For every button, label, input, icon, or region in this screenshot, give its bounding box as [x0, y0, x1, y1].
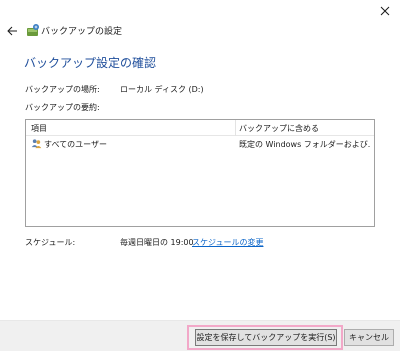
backup-icon — [27, 24, 39, 36]
footer-bar: 設定を保存してバックアップを実行(S) キャンセル — [0, 320, 400, 351]
title-bar: バックアップの設定 — [0, 20, 400, 42]
column-header-item[interactable]: 項目 — [31, 123, 47, 134]
backup-location-label: バックアップの場所: — [25, 85, 100, 94]
column-divider[interactable] — [235, 120, 236, 136]
page-heading: バックアップ設定の確認 — [24, 56, 157, 70]
backup-summary-label: バックアップの要約: — [25, 103, 100, 112]
change-schedule-link[interactable]: スケジュールの変更 — [192, 237, 263, 248]
backup-settings-dialog: バックアップの設定 バックアップ設定の確認 バックアップの場所: ローカル ディ… — [0, 0, 400, 351]
users-icon — [31, 139, 42, 149]
schedule-label: スケジュール: — [25, 238, 76, 247]
list-item-name: すべてのユーザー — [44, 140, 107, 149]
cancel-button[interactable]: キャンセル — [344, 329, 394, 346]
list-header: 項目 バックアップに含める — [26, 120, 374, 136]
close-icon — [380, 6, 390, 16]
window-title: バックアップの設定 — [41, 27, 123, 37]
list-item-included: 既定の Windows フォルダーおよび... — [239, 140, 371, 149]
back-arrow-icon — [7, 26, 17, 36]
close-button[interactable] — [376, 2, 394, 20]
list-item[interactable]: すべてのユーザー 既定の Windows フォルダーおよび... — [26, 137, 374, 151]
column-header-included[interactable]: バックアップに含める — [239, 123, 319, 134]
backup-summary-list[interactable]: 項目 バックアップに含める すべてのユーザー 既定の Windows フォルダー… — [25, 119, 375, 227]
save-and-run-backup-button[interactable]: 設定を保存してバックアップを実行(S) — [195, 329, 337, 346]
back-button[interactable] — [4, 23, 20, 39]
schedule-value: 毎週日曜日の 19:00 — [120, 238, 194, 247]
backup-location-value: ローカル ディスク (D:) — [120, 85, 204, 94]
